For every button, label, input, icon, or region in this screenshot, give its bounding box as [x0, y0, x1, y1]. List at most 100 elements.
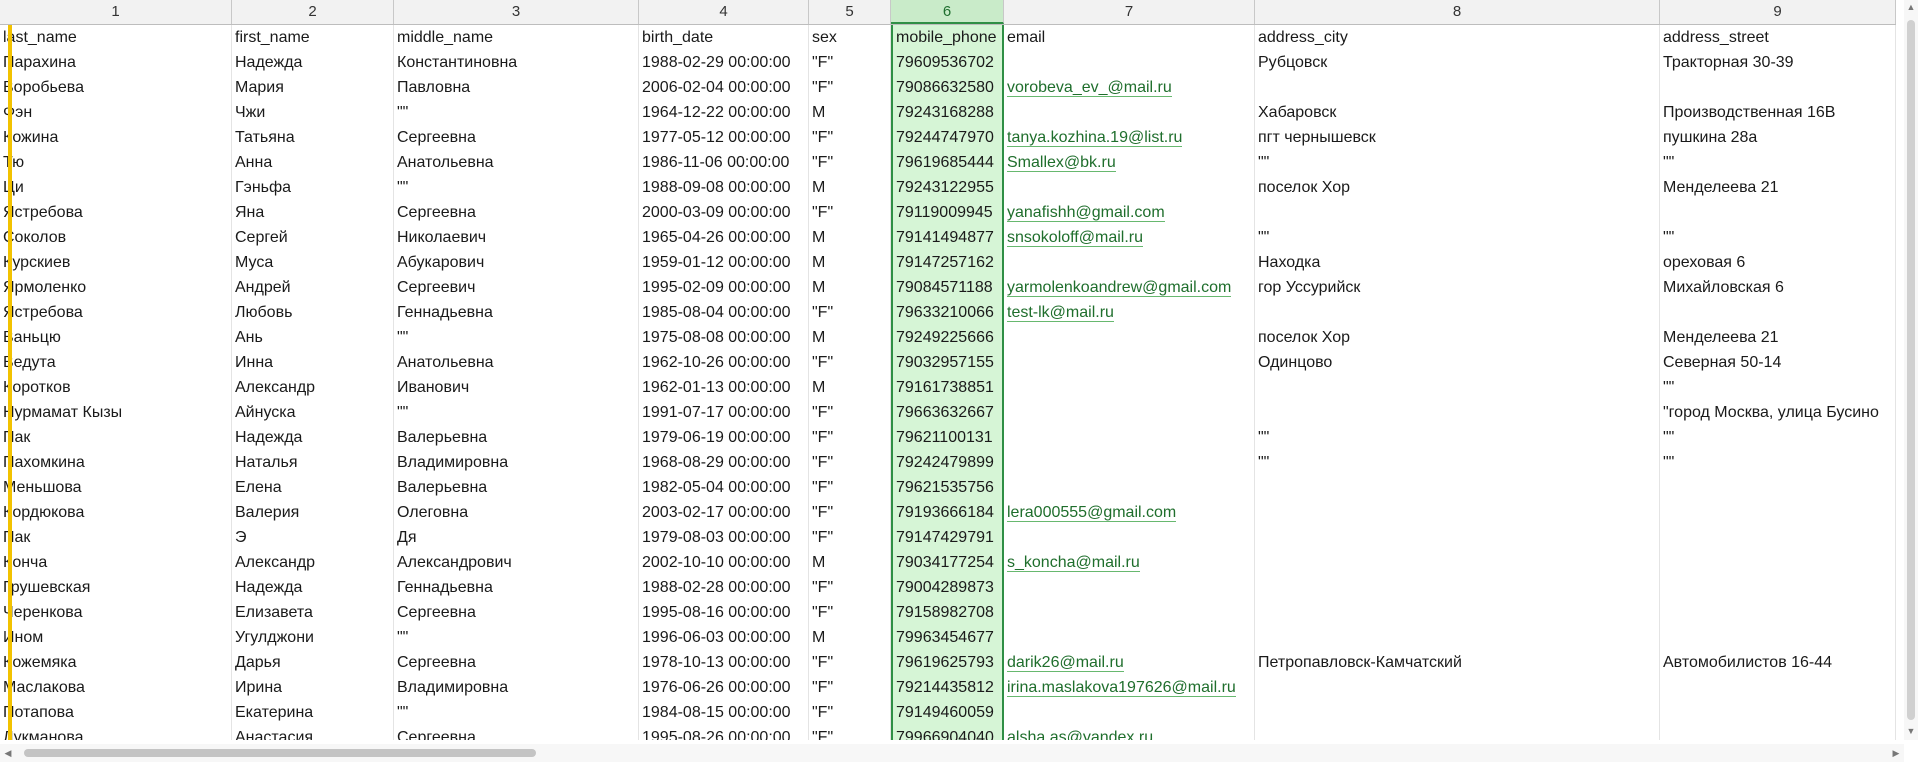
table-cell[interactable]: Надежда [232, 50, 394, 75]
table-cell[interactable]: Рубцовск [1255, 50, 1660, 75]
table-cell[interactable]: Геннадьевна [394, 300, 639, 325]
table-cell[interactable]: пушкина 28а [1660, 125, 1896, 150]
table-cell[interactable]: Кожина [0, 125, 232, 150]
table-cell[interactable]: irina.maslakova197626@mail.ru [1004, 675, 1255, 700]
vertical-scroll-thumb[interactable] [1907, 20, 1915, 720]
table-cell[interactable] [1255, 375, 1660, 400]
table-cell[interactable]: "F" [809, 200, 891, 225]
table-cell[interactable]: "F" [809, 450, 891, 475]
table-cell[interactable] [1255, 400, 1660, 425]
table-cell[interactable]: Одинцово [1255, 350, 1660, 375]
table-cell[interactable]: 79214435812 [891, 675, 1004, 700]
scroll-right-icon[interactable]: ▶ [1888, 744, 1904, 762]
table-cell[interactable]: "F" [809, 475, 891, 500]
header-cell[interactable]: birth_date [639, 25, 809, 50]
table-cell[interactable]: Ястребова [0, 300, 232, 325]
table-cell[interactable]: Пахомкина [0, 450, 232, 475]
table-cell[interactable]: Тю [0, 150, 232, 175]
table-cell[interactable]: Парахина [0, 50, 232, 75]
table-cell[interactable]: "город Москва, улица Бусино [1660, 400, 1896, 425]
table-cell[interactable]: Маслакова [0, 675, 232, 700]
table-cell[interactable] [1660, 725, 1896, 740]
table-cell[interactable]: 79621100131 [891, 425, 1004, 450]
table-cell[interactable]: 1962-10-26 00:00:00 [639, 350, 809, 375]
table-cell[interactable]: 1975-08-08 00:00:00 [639, 325, 809, 350]
table-cell[interactable] [1004, 475, 1255, 500]
table-cell[interactable]: Пак [0, 425, 232, 450]
table-cell[interactable]: Smallex@bk.ru [1004, 150, 1255, 175]
table-cell[interactable] [1255, 550, 1660, 575]
table-cell[interactable]: Находка [1255, 250, 1660, 275]
table-cell[interactable] [1660, 500, 1896, 525]
table-cell[interactable]: Мария [232, 75, 394, 100]
table-cell[interactable]: "" [1660, 425, 1896, 450]
table-cell[interactable]: Ином [0, 625, 232, 650]
table-cell[interactable]: "" [394, 325, 639, 350]
header-cell[interactable]: sex [809, 25, 891, 50]
email-link[interactable]: yarmolenkoandrew@gmail.com [1007, 279, 1232, 297]
column-header-7[interactable]: 7 [1004, 0, 1255, 24]
table-cell[interactable]: Гэньфа [232, 175, 394, 200]
table-cell[interactable]: "F" [809, 150, 891, 175]
table-cell[interactable] [1004, 700, 1255, 725]
table-cell[interactable]: tanya.kozhina.19@list.ru [1004, 125, 1255, 150]
column-header-6[interactable]: 6 [891, 0, 1004, 24]
table-cell[interactable]: 79619625793 [891, 650, 1004, 675]
table-cell[interactable]: "" [1255, 425, 1660, 450]
table-cell[interactable]: 79004289873 [891, 575, 1004, 600]
table-cell[interactable]: 1964-12-22 00:00:00 [639, 100, 809, 125]
header-cell[interactable]: middle_name [394, 25, 639, 50]
table-cell[interactable]: "F" [809, 125, 891, 150]
table-cell[interactable]: "" [1255, 150, 1660, 175]
table-cell[interactable]: "" [1660, 375, 1896, 400]
email-link[interactable]: lera000555@gmail.com [1007, 504, 1177, 522]
column-header-2[interactable]: 2 [232, 0, 394, 24]
table-cell[interactable]: 79249225666 [891, 325, 1004, 350]
scroll-up-icon[interactable]: ▲ [1904, 0, 1918, 14]
table-cell[interactable]: Коротков [0, 375, 232, 400]
table-cell[interactable]: 1959-01-12 00:00:00 [639, 250, 809, 275]
table-cell[interactable]: "" [1660, 225, 1896, 250]
table-cell[interactable] [1255, 625, 1660, 650]
table-cell[interactable] [1004, 600, 1255, 625]
table-cell[interactable]: Елизавета [232, 600, 394, 625]
table-cell[interactable] [1004, 175, 1255, 200]
table-cell[interactable]: Чжи [232, 100, 394, 125]
horizontal-scroll-thumb[interactable] [24, 749, 536, 757]
table-cell[interactable]: ореховая 6 [1660, 250, 1896, 275]
table-cell[interactable]: 79141494877 [891, 225, 1004, 250]
table-cell[interactable]: 1976-06-26 00:00:00 [639, 675, 809, 700]
table-cell[interactable]: "F" [809, 350, 891, 375]
table-cell[interactable]: M [809, 250, 891, 275]
table-cell[interactable] [1660, 600, 1896, 625]
table-cell[interactable]: 1995-08-16 00:00:00 [639, 600, 809, 625]
table-cell[interactable]: поселок Хор [1255, 175, 1660, 200]
table-cell[interactable]: Тракторная 30-39 [1660, 50, 1896, 75]
table-cell[interactable]: "" [394, 400, 639, 425]
table-cell[interactable]: 79161738851 [891, 375, 1004, 400]
table-cell[interactable]: Абукарович [394, 250, 639, 275]
table-cell[interactable] [1004, 50, 1255, 75]
table-cell[interactable]: Александр [232, 550, 394, 575]
table-cell[interactable]: Анатольевна [394, 150, 639, 175]
table-cell[interactable]: 1984-08-15 00:00:00 [639, 700, 809, 725]
email-link[interactable]: snsokoloff@mail.ru [1007, 229, 1143, 247]
table-cell[interactable]: Елена [232, 475, 394, 500]
table-cell[interactable]: snsokoloff@mail.ru [1004, 225, 1255, 250]
table-cell[interactable]: Александрович [394, 550, 639, 575]
table-cell[interactable]: Соколов [0, 225, 232, 250]
table-cell[interactable]: Олеговна [394, 500, 639, 525]
table-cell[interactable]: test-lk@mail.ru [1004, 300, 1255, 325]
table-cell[interactable]: гор Уссурийск [1255, 275, 1660, 300]
table-cell[interactable]: "" [394, 700, 639, 725]
table-cell[interactable]: "" [1255, 450, 1660, 475]
table-cell[interactable]: Сергеевна [394, 725, 639, 740]
header-cell[interactable]: first_name [232, 25, 394, 50]
table-cell[interactable]: "" [394, 100, 639, 125]
table-cell[interactable]: "F" [809, 300, 891, 325]
table-cell[interactable]: Владимировна [394, 675, 639, 700]
table-cell[interactable]: 79086632580 [891, 75, 1004, 100]
table-cell[interactable]: "F" [809, 675, 891, 700]
table-cell[interactable]: Воробьева [0, 75, 232, 100]
header-cell[interactable]: address_city [1255, 25, 1660, 50]
